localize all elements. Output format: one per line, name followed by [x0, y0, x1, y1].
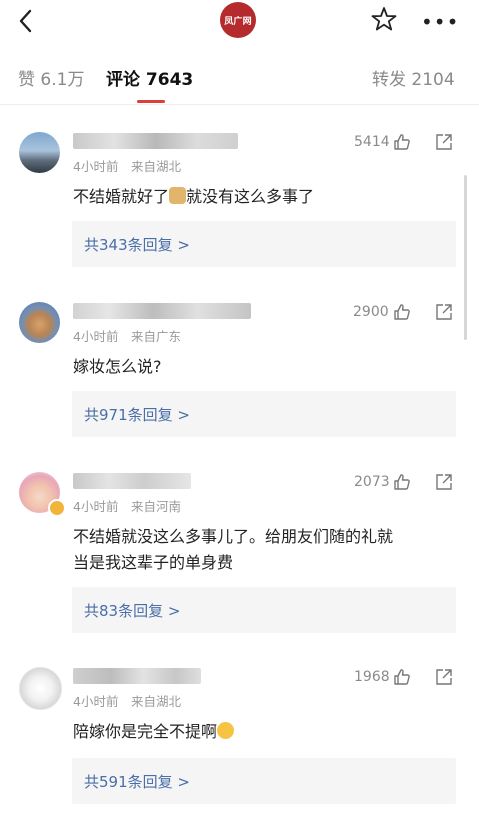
comment-text: 陪嫁你是完全不提啊	[73, 719, 458, 745]
active-tab-indicator	[137, 100, 165, 103]
app-logo: 凤广网	[220, 2, 256, 38]
like-count: 1968	[354, 669, 390, 685]
comment-text: 不结婚就好了 就没有这么多事了	[73, 184, 458, 210]
username-blurred[interactable]	[73, 473, 191, 489]
tab-comments[interactable]: 评论 7643	[106, 65, 193, 90]
comment-text-part: 就没有这么多事了	[186, 187, 315, 206]
replies-label: 共83条回复 >	[84, 602, 181, 620]
thumbs-up-icon[interactable]	[393, 473, 411, 491]
replies-label: 共343条回复 >	[84, 236, 190, 254]
comment-text-part: 陪嫁你是完全不提啊	[73, 722, 218, 741]
comment-text: 嫁妆怎么说?	[73, 357, 162, 376]
tab-reposts[interactable]: 转发 2104	[372, 65, 455, 90]
share-icon[interactable]	[435, 133, 453, 151]
share-icon[interactable]	[435, 473, 453, 491]
comment-text-line: 当是我这辈子的单身费	[73, 553, 234, 572]
thumbs-up-icon[interactable]	[393, 133, 411, 151]
verified-badge-icon	[48, 499, 66, 517]
star-icon[interactable]	[371, 6, 397, 32]
replies-link[interactable]: 共343条回复 >	[72, 221, 456, 267]
scrollbar[interactable]	[464, 175, 467, 340]
comment-text-part: 不结婚就好了	[73, 187, 170, 206]
logo-text: 凤广网	[224, 16, 252, 27]
top-bar: 凤广网 •••	[0, 0, 479, 44]
share-icon[interactable]	[435, 668, 453, 686]
username-blurred[interactable]	[73, 668, 201, 684]
replies-link[interactable]: 共971条回复 >	[72, 391, 456, 437]
username-blurred[interactable]	[73, 303, 251, 319]
comment-meta: 4小时前 来自河南	[73, 499, 181, 514]
replies-label: 共591条回复 >	[84, 773, 190, 791]
thumbs-up-icon[interactable]	[393, 303, 411, 321]
share-icon[interactable]	[435, 303, 453, 321]
avatar[interactable]	[19, 302, 60, 343]
comment-text-line: 不结婚就没这么多事儿了。给朋友们随的礼就	[73, 527, 394, 546]
comment-meta: 4小时前 来自广东	[73, 329, 181, 344]
thumbs-up-icon[interactable]	[393, 668, 411, 686]
like-count: 2073	[354, 474, 390, 490]
replies-link[interactable]: 共591条回复 >	[72, 758, 456, 804]
replies-link[interactable]: 共83条回复 >	[72, 587, 456, 633]
back-arrow-icon[interactable]	[14, 8, 40, 34]
avatar[interactable]	[19, 667, 62, 710]
like-count: 2900	[353, 304, 389, 320]
doge-emoji-icon	[169, 187, 187, 204]
username-blurred[interactable]	[73, 133, 238, 149]
comment-meta: 4小时前 来自湖北	[73, 694, 181, 709]
comment-text: 不结婚就没这么多事儿了。给朋友们随的礼就 当是我这辈子的单身费	[73, 524, 458, 576]
comment-meta: 4小时前 来自湖北	[73, 159, 181, 174]
fearful-emoji-icon	[217, 722, 235, 739]
like-count: 5414	[354, 134, 390, 150]
tab-bar: 赞 6.1万 评论 7643 转发 2104	[0, 50, 479, 105]
replies-label: 共971条回复 >	[84, 406, 190, 424]
tab-likes[interactable]: 赞 6.1万	[18, 65, 84, 90]
avatar[interactable]	[19, 132, 60, 173]
more-options-icon[interactable]: •••	[421, 10, 459, 34]
